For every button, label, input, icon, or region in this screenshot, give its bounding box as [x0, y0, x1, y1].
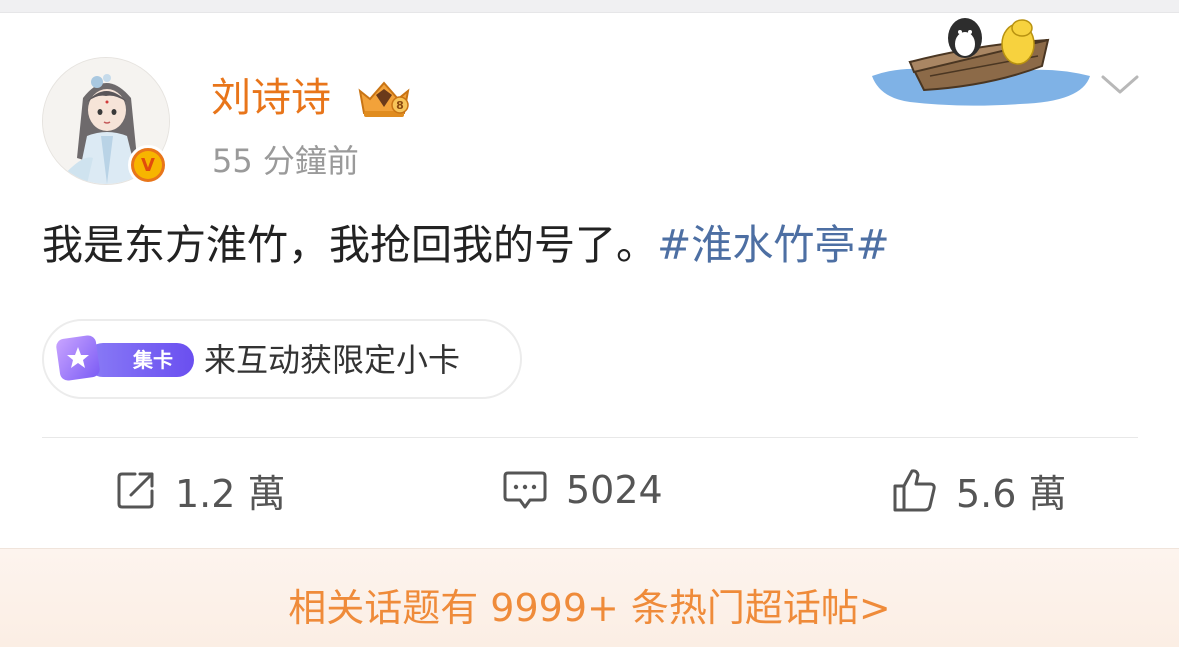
repost-button[interactable]: 1.2 萬	[115, 462, 286, 518]
share-box-arrow-icon	[117, 472, 154, 509]
repost-count: 1.2 萬	[175, 471, 286, 516]
card-collect-label: 集卡	[133, 348, 173, 372]
thumbs-up-icon	[893, 469, 936, 512]
svg-text:8: 8	[396, 99, 404, 112]
like-count: 5.6 萬	[956, 471, 1067, 516]
post-content: 我是东方淮竹，我抢回我的号了。#淮水竹亭#	[42, 214, 890, 276]
card-collect-text: 来互动获限定小卡	[204, 341, 461, 379]
related-topics-text[interactable]: 相关话题有 9999+ 条热门超话帖>	[0, 580, 1179, 636]
verified-badge: V	[128, 145, 168, 185]
comment-count: 5024	[566, 468, 663, 512]
post-text: 我是东方淮竹，我抢回我的号了。	[42, 221, 657, 269]
username[interactable]: 刘诗诗	[211, 72, 331, 124]
comment-bubble-icon	[503, 471, 547, 509]
verified-v-icon: V	[134, 151, 162, 179]
boat-sticker-icon	[872, 18, 1090, 106]
divider	[42, 437, 1138, 438]
topic-link[interactable]: #淮水竹亭#	[657, 221, 890, 269]
comment-button[interactable]: 5024	[502, 462, 663, 518]
like-button[interactable]: 5.6 萬	[890, 462, 1067, 518]
post-time: 55 分鐘前	[212, 142, 359, 180]
chevron-down-icon[interactable]	[1100, 70, 1140, 98]
crown-badge-icon: 8	[358, 81, 410, 117]
